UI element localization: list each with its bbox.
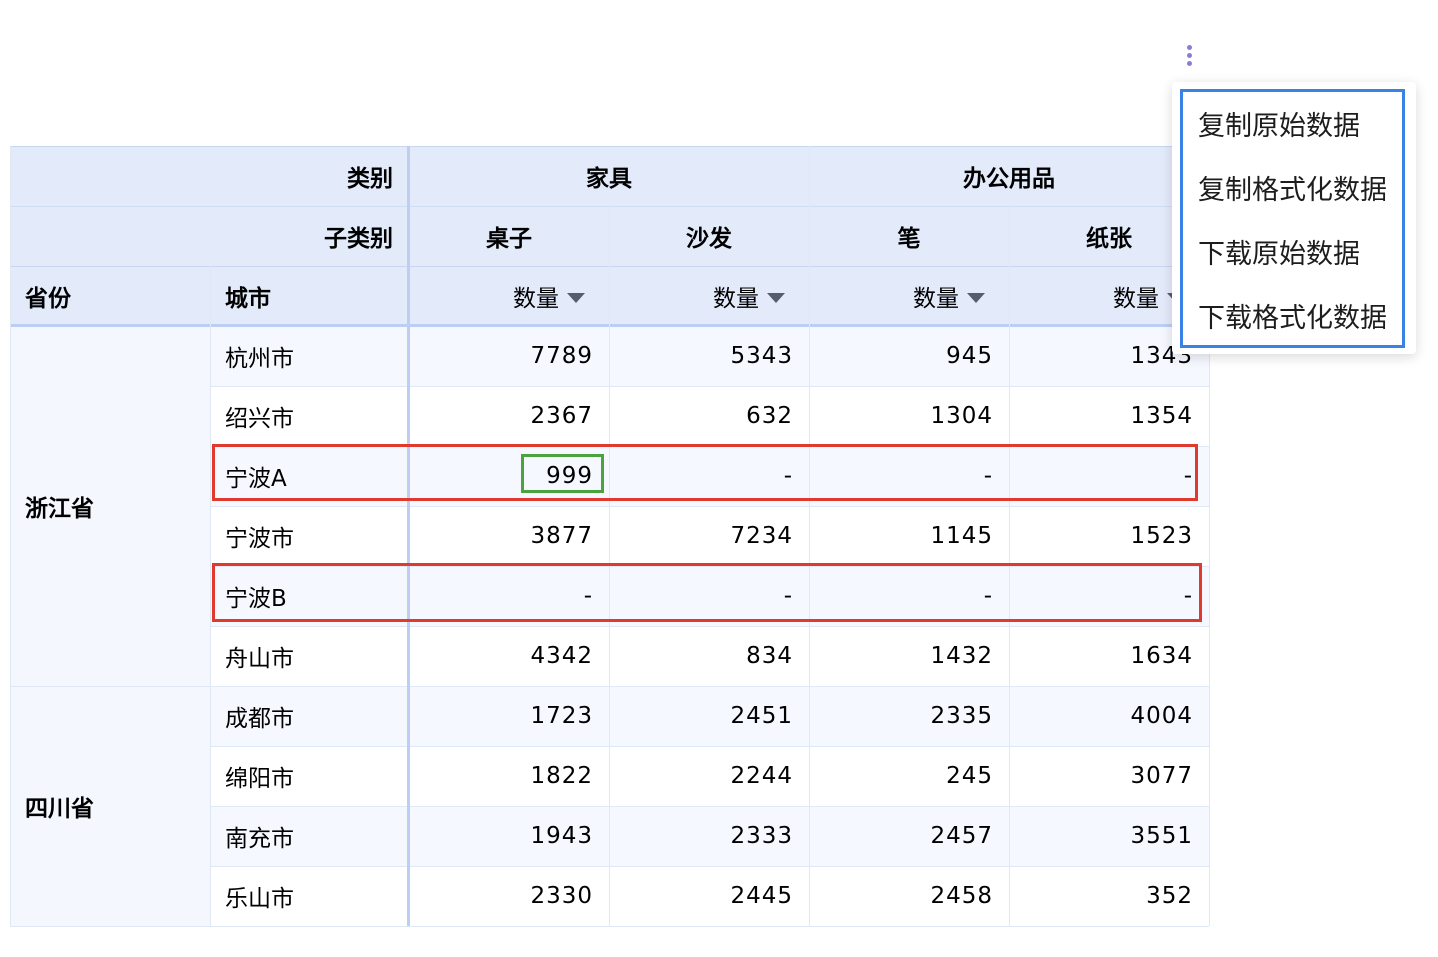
column-header-subcategory: 笔 <box>809 206 1009 266</box>
city-cell: 成都市 <box>210 686 409 746</box>
grid-line <box>210 386 1209 387</box>
grid-line <box>210 266 211 926</box>
value-cell[interactable]: 4004 <box>1009 686 1209 746</box>
value-cell[interactable]: 7789 <box>409 326 609 386</box>
value-cell[interactable]: 3551 <box>1009 806 1209 866</box>
sort-desc-icon[interactable] <box>967 292 985 303</box>
grid-line <box>10 686 210 687</box>
city-cell: 乐山市 <box>210 866 409 926</box>
value-cell[interactable]: 1634 <box>1009 626 1209 686</box>
value-cell[interactable]: 2335 <box>809 686 1009 746</box>
value-cell[interactable]: 1354 <box>1009 386 1209 446</box>
row-header-province: 省份 <box>10 266 210 326</box>
value-cell[interactable]: 2445 <box>609 866 809 926</box>
menu-item-copy-raw[interactable]: 复制原始数据 <box>1198 104 1360 143</box>
value-cell[interactable]: 2457 <box>809 806 1009 866</box>
sort-desc-icon[interactable] <box>567 292 585 303</box>
city-cell: 绍兴市 <box>210 386 409 446</box>
row-highlight-ningbo-a <box>212 444 1198 501</box>
value-cell[interactable]: 2244 <box>609 746 809 806</box>
value-cell[interactable]: 7234 <box>609 506 809 566</box>
grid-line <box>210 806 1209 807</box>
city-cell: 南充市 <box>210 806 409 866</box>
value-cell[interactable]: 2330 <box>409 866 609 926</box>
measure-header[interactable]: 数量 <box>809 266 1009 326</box>
value-cell[interactable]: 2451 <box>609 686 809 746</box>
value-cell[interactable]: 1943 <box>409 806 609 866</box>
frozen-column-border <box>407 146 410 926</box>
city-cell: 舟山市 <box>210 626 409 686</box>
menu-item-download-raw[interactable]: 下载原始数据 <box>1198 232 1360 271</box>
measure-label: 数量 <box>713 286 759 312</box>
value-cell[interactable]: 1145 <box>809 506 1009 566</box>
sort-desc-icon[interactable] <box>767 292 785 303</box>
menu-item-copy-formatted[interactable]: 复制格式化数据 <box>1198 168 1387 207</box>
grid-line <box>210 626 1209 627</box>
grid-line <box>210 866 1209 867</box>
more-menu-button[interactable] <box>1176 40 1202 74</box>
value-cell[interactable]: 632 <box>609 386 809 446</box>
grid-line <box>809 146 810 926</box>
value-cell[interactable]: 1304 <box>809 386 1009 446</box>
value-cell[interactable]: 1723 <box>409 686 609 746</box>
column-header-category: 办公用品 <box>809 146 1209 206</box>
value-cell[interactable]: 1432 <box>809 626 1009 686</box>
measure-label: 数量 <box>513 286 559 312</box>
cell-highlight-999 <box>521 454 604 493</box>
measure-header[interactable]: 数量 <box>409 266 609 326</box>
category-corner-label: 类别 <box>10 146 409 206</box>
value-cell[interactable]: 1822 <box>409 746 609 806</box>
column-header-subcategory: 桌子 <box>409 206 609 266</box>
measure-label: 数量 <box>1113 286 1159 312</box>
measure-header[interactable]: 数量 <box>609 266 809 326</box>
city-cell: 杭州市 <box>210 326 409 386</box>
value-cell[interactable]: 245 <box>809 746 1009 806</box>
value-cell[interactable]: 945 <box>809 326 1009 386</box>
grid-line <box>10 146 11 926</box>
value-cell[interactable]: 3077 <box>1009 746 1209 806</box>
menu-item-download-formatted[interactable]: 下载格式化数据 <box>1198 296 1387 335</box>
grid-line <box>210 746 1209 747</box>
value-cell[interactable]: 352 <box>1009 866 1209 926</box>
province-cell: 浙江省 <box>10 326 210 686</box>
value-cell[interactable]: 5343 <box>609 326 809 386</box>
value-cell[interactable]: 2333 <box>609 806 809 866</box>
value-cell[interactable]: 4342 <box>409 626 609 686</box>
value-cell[interactable]: 3877 <box>409 506 609 566</box>
value-cell[interactable]: 834 <box>609 626 809 686</box>
city-cell: 绵阳市 <box>210 746 409 806</box>
value-cell[interactable]: 1523 <box>1009 506 1209 566</box>
row-header-city: 城市 <box>210 266 409 326</box>
measure-label: 数量 <box>913 286 959 312</box>
value-cell[interactable]: 2458 <box>809 866 1009 926</box>
value-cell[interactable]: 2367 <box>409 386 609 446</box>
grid-line <box>210 926 1209 927</box>
city-cell: 宁波市 <box>210 506 409 566</box>
grid-line <box>210 686 1209 687</box>
grid-line <box>10 146 1209 147</box>
column-header-category: 家具 <box>409 146 809 206</box>
subcategory-corner-label: 子类别 <box>10 206 409 266</box>
row-highlight-ningbo-b <box>212 563 1202 622</box>
province-cell: 四川省 <box>10 686 210 926</box>
column-header-subcategory: 沙发 <box>609 206 809 266</box>
grid-line <box>210 506 1209 507</box>
grid-line <box>10 926 210 927</box>
